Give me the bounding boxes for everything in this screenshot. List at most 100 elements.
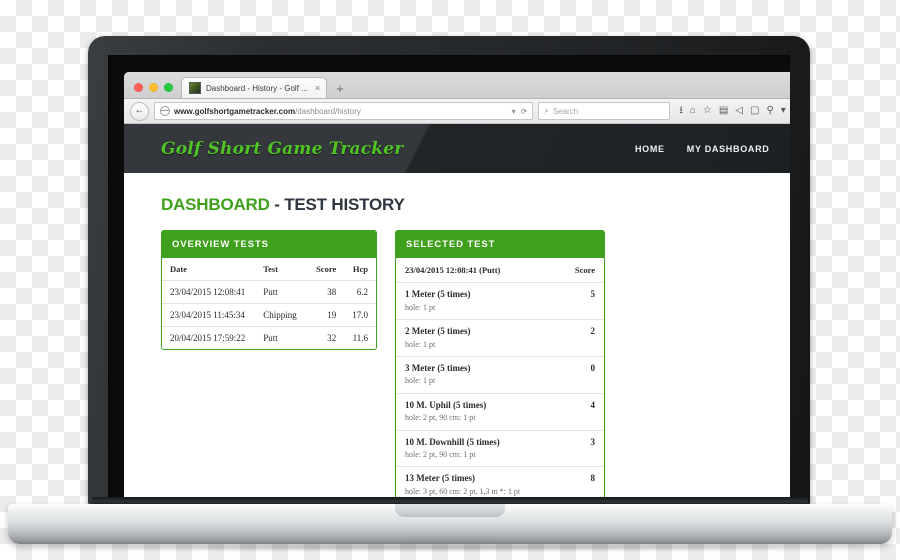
cell-score: 38 xyxy=(308,280,345,304)
selected-test-heading: SELECTED TEST xyxy=(396,231,604,258)
overflow-icon[interactable]: ▾ xyxy=(781,106,786,116)
search-input[interactable]: ⌕ Search xyxy=(538,102,671,120)
list-item-score: 4 xyxy=(590,399,596,410)
selected-test-score-label: Score xyxy=(574,265,595,275)
overview-tests-column: OVERVIEW TESTS Date Test Score Hcp 23/04… xyxy=(161,230,377,498)
overview-tests-heading: OVERVIEW TESTS xyxy=(162,231,376,258)
list-item-score: 8 xyxy=(590,473,596,484)
list-item-score: 2 xyxy=(590,325,596,336)
cell-score: 19 xyxy=(308,303,345,327)
cell-hcp: 6.2 xyxy=(344,280,376,304)
list-item-score: 3 xyxy=(590,436,596,447)
address-bar[interactable]: www.golfshortgametracker.com/dashboard/h… xyxy=(154,102,534,120)
column-header-test: Test xyxy=(255,258,309,281)
browser-tab-bar: Dashboard - History - Golf ... × + xyxy=(124,72,790,99)
list-item-text: 10 M. Uphil (5 times) hole: 2 pt, 90 cm:… xyxy=(405,400,486,424)
page-title-rest: - TEST HISTORY xyxy=(269,195,405,214)
overview-table-head: Date Test Score Hcp xyxy=(162,258,376,281)
cell-hcp: 11.6 xyxy=(352,333,368,343)
table-row[interactable]: 20/04/2015 17:59:22 Putt 32 11.6 xyxy=(162,327,376,350)
page-title-accent: DASHBOARD xyxy=(161,195,270,214)
new-tab-button[interactable]: + xyxy=(327,82,344,98)
list-item-text: 13 Meter (5 times) hole: 3 pt, 60 cm: 2 … xyxy=(405,473,520,497)
clipboard-icon[interactable]: ▤ xyxy=(719,106,728,116)
overview-tests-panel: OVERVIEW TESTS Date Test Score Hcp 23/04… xyxy=(161,230,377,350)
selected-test-timestamp: 23/04/2015 12:08:41 (Putt) xyxy=(405,265,501,275)
browser-window: Dashboard - History - Golf ... × + ← www… xyxy=(124,72,790,498)
pin-icon[interactable]: ⚲ xyxy=(766,106,773,116)
list-item-detail: hole: 1 pt xyxy=(405,339,436,349)
nav-link-home[interactable]: HOME xyxy=(635,144,665,154)
list-item[interactable]: 1 Meter (5 times) hole: 1 pt 5 xyxy=(396,283,604,320)
cell-test: Chipping xyxy=(255,303,309,327)
maximize-window-button[interactable] xyxy=(164,83,173,92)
cell-test: Putt xyxy=(263,333,278,343)
cell-test: Putt xyxy=(255,280,309,304)
site-nav-links: HOME MY DASHBOARD LOG O xyxy=(635,144,790,154)
table-row[interactable]: 23/04/2015 12:08:41 Putt 38 6.2 xyxy=(162,280,376,304)
address-bar-actions: ▾ ⟳ xyxy=(512,107,528,116)
star-icon[interactable]: ☆ xyxy=(703,106,712,116)
selected-test-panel: SELECTED TEST 23/04/2015 12:08:41 (Putt)… xyxy=(395,230,605,498)
nav-link-my-dashboard[interactable]: MY DASHBOARD xyxy=(687,144,770,154)
list-item-title: 2 Meter (5 times) xyxy=(405,325,471,336)
laptop-base xyxy=(8,504,892,544)
page-title: DASHBOARD - TEST HISTORY xyxy=(161,195,787,215)
list-item-title: 3 Meter (5 times) xyxy=(405,362,471,373)
cell-hcp: 17.0 xyxy=(344,303,376,327)
minimize-window-button[interactable] xyxy=(149,83,158,92)
close-tab-icon[interactable]: × xyxy=(313,83,320,93)
favicon-icon xyxy=(189,82,201,94)
overview-table-body: 23/04/2015 12:08:41 Putt 38 6.2 23/04/20… xyxy=(162,280,376,350)
laptop-base-notch xyxy=(395,504,505,517)
column-header-hcp: Hcp xyxy=(344,258,376,281)
cell-date: 20/04/2015 17:59:22 xyxy=(170,333,246,343)
close-window-button[interactable] xyxy=(134,83,143,92)
list-item[interactable]: 10 M. Downhill (5 times) hole: 2 pt, 90 … xyxy=(396,431,604,468)
search-placeholder: Search xyxy=(552,106,579,116)
table-row[interactable]: 23/04/2015 11:45:34 Chipping 19 17.0 xyxy=(162,303,376,327)
url-path: /dashboard/history xyxy=(295,106,361,116)
site-navbar: Golf Short Game Tracker HOME MY DASHBOAR… xyxy=(124,124,790,173)
window-controls[interactable] xyxy=(124,83,181,98)
list-item[interactable]: 2 Meter (5 times) hole: 1 pt 2 xyxy=(396,320,604,357)
list-item-title: 1 Meter (5 times) xyxy=(405,289,471,299)
list-item-detail: hole: 1 pt xyxy=(405,302,436,312)
overview-tests-table: Date Test Score Hcp 23/04/2015 12:08:41 … xyxy=(162,258,376,349)
download-icon[interactable]: ⭳ xyxy=(679,106,683,116)
browser-tab[interactable]: Dashboard - History - Golf ... × xyxy=(181,77,328,98)
browser-toolbar: ← www.golfshortgametracker.com/dashboard… xyxy=(124,99,790,124)
tab-title: Dashboard - History - Golf ... xyxy=(206,83,308,93)
home-icon[interactable]: ⌂ xyxy=(690,106,696,116)
chevron-down-icon[interactable]: ▾ xyxy=(512,107,516,116)
column-header-score: Score xyxy=(308,258,345,281)
laptop-shadow xyxy=(30,543,870,552)
list-item-text: 3 Meter (5 times) hole: 1 pt xyxy=(405,363,471,387)
search-icon: ⌕ xyxy=(544,106,549,115)
list-item[interactable]: 3 Meter (5 times) hole: 1 pt 0 xyxy=(396,357,604,394)
table-header-row: Date Test Score Hcp xyxy=(162,258,376,281)
list-item-detail: hole: 1 pt xyxy=(405,376,436,386)
url-text: www.golfshortgametracker.com/dashboard/h… xyxy=(174,107,361,116)
list-item[interactable]: 10 M. Uphil (5 times) hole: 2 pt, 90 cm:… xyxy=(396,394,604,431)
list-item-title: 10 M. Downhill (5 times) xyxy=(405,436,500,447)
list-item-detail: hole: 2 pt, 90 cm: 1 pt xyxy=(405,413,476,423)
page-content: DASHBOARD - TEST HISTORY OVERVIEW TESTS xyxy=(124,173,790,498)
list-item-score: 0 xyxy=(590,362,596,373)
reader-icon[interactable]: ▢ xyxy=(750,106,759,116)
pocket-icon[interactable]: ◁ xyxy=(735,106,743,116)
cell-score: 32 xyxy=(327,333,337,343)
cell-date: 23/04/2015 12:08:41 xyxy=(162,280,256,304)
cell-date: 23/04/2015 11:45:34 xyxy=(162,303,256,327)
url-domain: www.golfshortgametracker.com xyxy=(174,106,296,116)
column-header-date: Date xyxy=(162,258,256,281)
list-item-title: 10 M. Uphil (5 times) xyxy=(405,399,487,410)
back-button[interactable]: ← xyxy=(130,101,149,121)
list-item[interactable]: 13 Meter (5 times) hole: 3 pt, 60 cm: 2 … xyxy=(396,467,604,498)
list-item-text: 1 Meter (5 times) hole: 1 pt xyxy=(405,289,471,313)
globe-icon xyxy=(160,106,170,116)
laptop-screen: Dashboard - History - Golf ... × + ← www… xyxy=(108,55,790,498)
site-logo[interactable]: Golf Short Game Tracker xyxy=(161,139,403,159)
screenshot-scene: Dashboard - History - Golf ... × + ← www… xyxy=(0,0,900,560)
reload-icon[interactable]: ⟳ xyxy=(521,107,528,116)
